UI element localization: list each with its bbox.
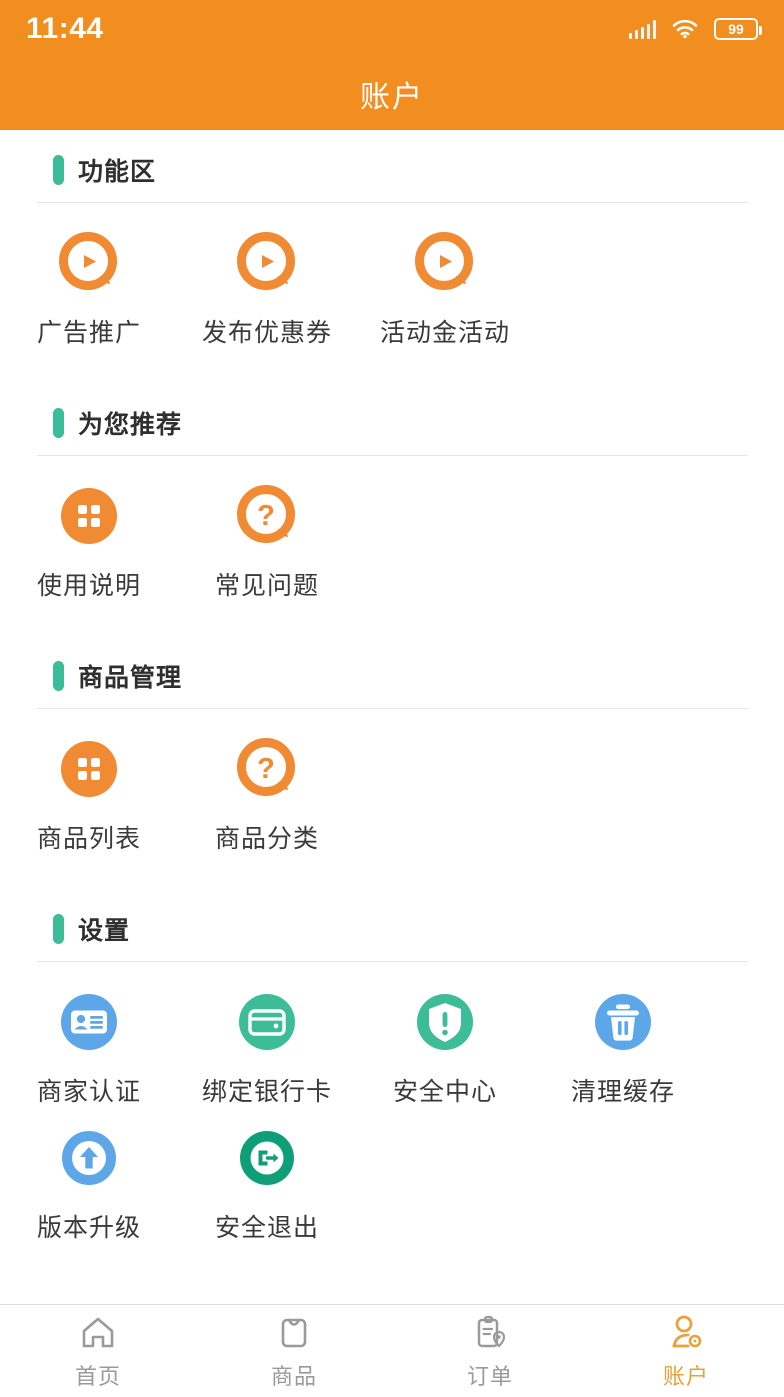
id-card-icon: [55, 988, 123, 1056]
page-header: 账户: [0, 58, 784, 130]
battery-level: 99: [728, 21, 744, 37]
grid-item-play-bubble[interactable]: 活动金活动: [356, 229, 534, 349]
shopping-bag-icon: [274, 1312, 314, 1352]
section-title: 设置: [78, 917, 131, 945]
section-title: 功能区: [78, 158, 157, 186]
play-bubble-icon: [411, 229, 479, 297]
grid-item-id-card[interactable]: 商家认证: [0, 988, 178, 1108]
section-grid: 商品列表? 商品分类: [0, 709, 784, 893]
question-bubble-icon: ?: [233, 735, 301, 803]
grid-item-label: 清理缓存: [570, 1078, 675, 1106]
tab-label: 订单: [466, 1363, 513, 1389]
section-header: 商品管理: [0, 640, 784, 708]
arrow-up-circle-icon: [55, 1124, 123, 1192]
grid-item-grid-squares[interactable]: 商品列表: [0, 735, 178, 855]
question-bubble-icon: ?: [233, 482, 301, 550]
section-4: 设置商家认证 绑定银行卡 安全中心 清理缓存版本升级 安全退出: [0, 893, 784, 1282]
battery-icon: 99: [714, 18, 762, 40]
tab-label: 商品: [270, 1363, 317, 1389]
grid-item-wallet[interactable]: 绑定银行卡: [178, 988, 356, 1108]
grid-item-label: 商家认证: [36, 1078, 141, 1106]
status-bar: 11:44 99: [0, 0, 784, 58]
top-bar: 11:44 99 账户: [0, 0, 784, 130]
section-header: 功能区: [0, 134, 784, 202]
grid-item-trash[interactable]: 清理缓存: [534, 988, 712, 1108]
grid-item-logout[interactable]: 安全退出: [178, 1124, 356, 1244]
grid-item-shield-alert[interactable]: 安全中心: [356, 988, 534, 1108]
grid-item-arrow-up-circle[interactable]: 版本升级: [0, 1124, 178, 1244]
grid-item-play-bubble[interactable]: 广告推广: [0, 229, 178, 349]
play-bubble-icon: [233, 229, 301, 297]
grid-squares-icon: [55, 735, 123, 803]
page-title: 账户: [360, 81, 424, 114]
tab-home[interactable]: 首页: [0, 1312, 196, 1391]
order-clipboard-icon: [470, 1312, 510, 1352]
grid-item-label: 发布优惠券: [201, 319, 332, 347]
grid-item-question-bubble[interactable]: ? 商品分类: [178, 735, 356, 855]
logout-icon: [233, 1124, 301, 1192]
section-header: 设置: [0, 893, 784, 961]
grid-item-label: 使用说明: [36, 572, 141, 600]
section-accent-bar: [53, 408, 64, 438]
section-1: 功能区广告推广 发布优惠券 活动金活动: [0, 134, 784, 387]
section-grid: 广告推广 发布优惠券 活动金活动: [0, 203, 784, 387]
section-title: 商品管理: [78, 664, 183, 692]
account-person-icon: [666, 1312, 706, 1352]
section-header: 为您推荐: [0, 387, 784, 455]
grid-item-label: 版本升级: [36, 1214, 141, 1242]
section-accent-bar: [53, 914, 64, 944]
tab-order-clipboard[interactable]: 订单: [392, 1312, 588, 1391]
shield-alert-icon: [411, 988, 479, 1056]
home-icon: [78, 1312, 118, 1352]
tab-label: 首页: [74, 1363, 121, 1389]
bottom-tab-bar: 首页 商品 订单 账户: [0, 1304, 784, 1397]
section-grid: 商家认证 绑定银行卡 安全中心 清理缓存版本升级 安全退出: [0, 962, 784, 1282]
section-accent-bar: [53, 155, 64, 185]
app-screen: 11:44 99 账户 功能区 广告推广 发布优惠券 活动金活动 为您推荐 使用…: [0, 0, 784, 1397]
grid-item-label: 绑定银行卡: [201, 1078, 332, 1106]
svg-text:?: ?: [257, 500, 275, 532]
wifi-icon: [672, 19, 698, 39]
section-title: 为您推荐: [78, 411, 183, 439]
grid-item-grid-squares[interactable]: 使用说明: [0, 482, 178, 602]
status-indicators: 99: [628, 18, 762, 40]
section-accent-bar: [53, 661, 64, 691]
svg-text:?: ?: [257, 753, 275, 785]
section-grid: 使用说明? 常见问题: [0, 456, 784, 640]
section-3: 商品管理 商品列表? 商品分类: [0, 640, 784, 893]
grid-item-label: 安全退出: [214, 1214, 319, 1242]
main-content[interactable]: 功能区广告推广 发布优惠券 活动金活动为您推荐使用说明? 常见问题商品管理商品列表? 商…: [0, 130, 784, 1304]
signal-bars-icon: [628, 19, 656, 39]
section-2: 为您推荐 使用说明? 常见问题: [0, 387, 784, 640]
play-bubble-icon: [55, 229, 123, 297]
grid-item-label: 商品列表: [36, 825, 141, 853]
tab-shopping-bag[interactable]: 商品: [196, 1312, 392, 1391]
grid-item-label: 常见问题: [214, 572, 319, 600]
tab-account-person[interactable]: 账户: [588, 1312, 784, 1391]
grid-squares-icon: [55, 482, 123, 550]
grid-item-label: 活动金活动: [379, 319, 510, 347]
grid-item-label: 安全中心: [392, 1078, 497, 1106]
grid-item-label: 商品分类: [214, 825, 319, 853]
wallet-icon: [233, 988, 301, 1056]
grid-item-label: 广告推广: [36, 319, 141, 347]
grid-item-question-bubble[interactable]: ? 常见问题: [178, 482, 356, 602]
trash-icon: [589, 988, 657, 1056]
tab-label: 账户: [662, 1363, 709, 1389]
status-clock: 11:44: [26, 12, 104, 45]
grid-item-play-bubble[interactable]: 发布优惠券: [178, 229, 356, 349]
